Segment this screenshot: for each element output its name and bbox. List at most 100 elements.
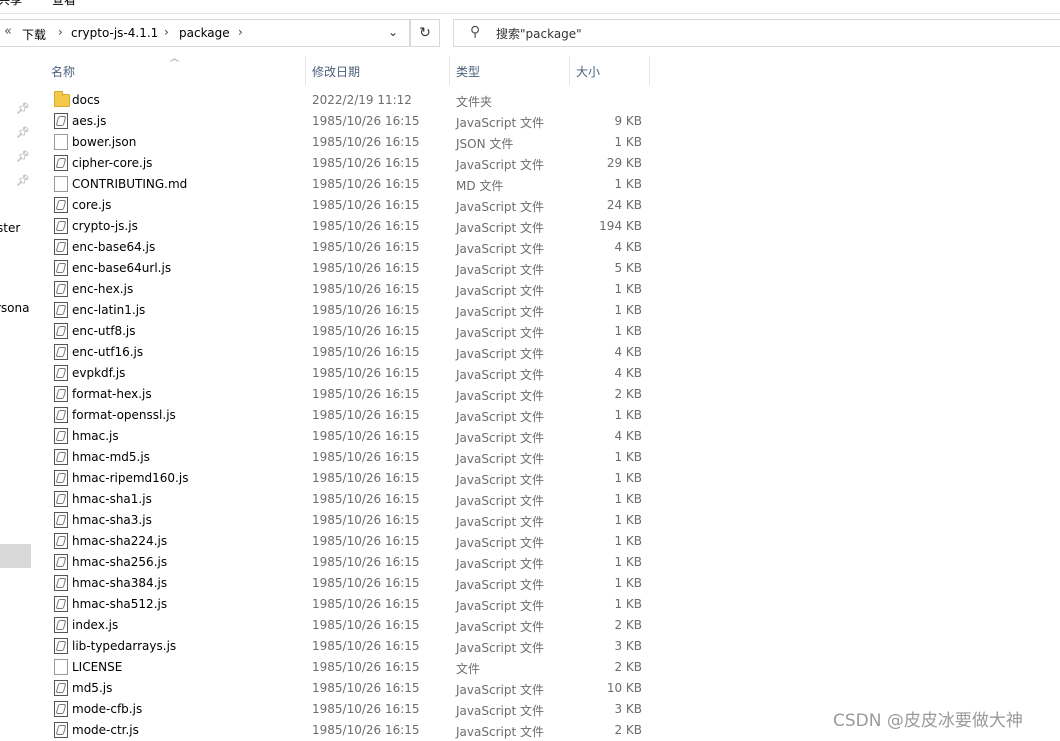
breadcrumb-downloads[interactable]: 下载: [22, 26, 46, 43]
column-label: 修改日期: [312, 65, 361, 79]
file-name: hmac-sha512.js: [72, 597, 168, 611]
file-name: LICENSE: [72, 660, 123, 674]
file-row[interactable]: enc-latin1.js 1985/10/26 16:15 JavaScript …: [48, 300, 652, 321]
file-row[interactable]: core.js 1985/10/26 16:15 JavaScript 文件 24 K…: [48, 195, 652, 216]
file-row[interactable]: enc-hex.js 1985/10/26 16:15 JavaScript 文件 1…: [48, 279, 652, 300]
file-size: 1 KB: [614, 303, 642, 317]
ribbon-tab-view[interactable]: 查看: [52, 0, 76, 8]
file-row[interactable]: hmac-sha3.js 1985/10/26 16:15 JavaScript 文…: [48, 510, 652, 531]
pin-icon[interactable]: 📌︎: [16, 174, 30, 187]
nav-item-selected[interactable]: [0, 544, 31, 568]
script-file-icon: [54, 386, 68, 402]
file-row[interactable]: mode-ctr.js 1985/10/26 16:15 JavaScript 文件…: [48, 720, 652, 741]
file-size: 1 KB: [614, 576, 642, 590]
file-row[interactable]: index.js 1985/10/26 16:15 JavaScript 文件 2 K…: [48, 615, 652, 636]
file-date: 1985/10/26 16:15: [312, 681, 420, 695]
file-name: aes.js: [72, 114, 107, 128]
file-row[interactable]: hmac-sha256.js 1985/10/26 16:15 JavaScript…: [48, 552, 652, 573]
file-type: JavaScript 文件: [456, 620, 544, 634]
file-date: 1985/10/26 16:15: [312, 156, 420, 170]
file-row[interactable]: hmac.js 1985/10/26 16:15 JavaScript 文件 4 KB: [48, 426, 652, 447]
file-row[interactable]: bower.json 1985/10/26 16:15 JSON 文件 1 KB: [48, 132, 652, 153]
chevron-right-icon[interactable]: ›: [238, 25, 243, 39]
column-header-modified[interactable]: 修改日期: [306, 56, 450, 85]
file-type: MD 文件: [456, 179, 504, 193]
nav-item-partial[interactable]: rsona: [0, 301, 30, 315]
file-type: JavaScript 文件: [456, 683, 544, 697]
file-row[interactable]: hmac-sha1.js 1985/10/26 16:15 JavaScript 文…: [48, 489, 652, 510]
file-name: lib-typedarrays.js: [72, 639, 177, 653]
nav-item-partial[interactable]: ster: [0, 221, 20, 235]
file-row[interactable]: format-openssl.js 1985/10/26 16:15 JavaScr…: [48, 405, 652, 426]
column-label: 类型: [456, 65, 481, 79]
file-size: 2 KB: [614, 618, 642, 632]
file-row[interactable]: hmac-ripemd160.js 1985/10/26 16:15 JavaScr…: [48, 468, 652, 489]
file-row[interactable]: evpkdf.js 1985/10/26 16:15 JavaScript 文件 4 …: [48, 363, 652, 384]
file-type: JavaScript 文件: [456, 221, 544, 235]
pin-icon[interactable]: 📌︎: [16, 150, 30, 163]
file-date: 1985/10/26 16:15: [312, 114, 420, 128]
script-file-icon: [54, 344, 68, 360]
file-row[interactable]: hmac-md5.js 1985/10/26 16:15 JavaScript 文件…: [48, 447, 652, 468]
file-type: JavaScript 文件: [456, 263, 544, 277]
file-type: JavaScript 文件: [456, 347, 544, 361]
file-type: 文件夹: [456, 95, 493, 109]
file-date: 1985/10/26 16:15: [312, 261, 420, 275]
file-name: enc-base64url.js: [72, 261, 172, 275]
file-row[interactable]: crypto-js.js 1985/10/26 16:15 JavaScript 文…: [48, 216, 652, 237]
script-file-icon: [54, 554, 68, 570]
file-size: 4 KB: [614, 240, 642, 254]
file-size: 1 KB: [614, 492, 642, 506]
file-size: 1 KB: [614, 135, 642, 149]
column-label: 名称: [51, 65, 76, 79]
file-row[interactable]: hmac-sha384.js 1985/10/26 16:15 JavaScript…: [48, 573, 652, 594]
file-row[interactable]: enc-base64.js 1985/10/26 16:15 JavaScript …: [48, 237, 652, 258]
file-name: mode-cfb.js: [72, 702, 143, 716]
file-name: enc-utf8.js: [72, 324, 136, 338]
file-size: 2 KB: [614, 723, 642, 737]
file-name: enc-hex.js: [72, 282, 134, 296]
file-row[interactable]: mode-cfb.js 1985/10/26 16:15 JavaScript 文件…: [48, 699, 652, 720]
column-header-size[interactable]: 大小: [570, 56, 650, 85]
breadcrumb-package[interactable]: package: [179, 26, 230, 40]
overflow-chevron-icon[interactable]: «: [4, 24, 12, 39]
file-row[interactable]: aes.js 1985/10/26 16:15 JavaScript 文件 9 KB: [48, 111, 652, 132]
file-date: 1985/10/26 16:15: [312, 303, 420, 317]
pin-icon[interactable]: 📌︎: [16, 126, 30, 139]
column-header-name[interactable]: 名称: [44, 56, 306, 85]
file-date: 1985/10/26 16:15: [312, 324, 420, 338]
chevron-right-icon[interactable]: ›: [58, 25, 63, 39]
script-file-icon: [54, 722, 68, 738]
file-type: JavaScript 文件: [456, 494, 544, 508]
column-header-type[interactable]: 类型: [450, 56, 570, 85]
refresh-button[interactable]: ↻: [410, 19, 440, 47]
file-row[interactable]: cipher-core.js 1985/10/26 16:15 JavaScript…: [48, 153, 652, 174]
file-row[interactable]: format-hex.js 1985/10/26 16:15 JavaScript …: [48, 384, 652, 405]
file-row[interactable]: CONTRIBUTING.md 1985/10/26 16:15 MD 文件 1 KB: [48, 174, 652, 195]
file-name: hmac-sha256.js: [72, 555, 168, 569]
file-row[interactable]: md5.js 1985/10/26 16:15 JavaScript 文件 10 KB: [48, 678, 652, 699]
file-row[interactable]: enc-utf8.js 1985/10/26 16:15 JavaScript 文件…: [48, 321, 652, 342]
chevron-down-icon[interactable]: ⌄: [388, 25, 398, 39]
file-date: 1985/10/26 16:15: [312, 597, 420, 611]
column-divider[interactable]: [649, 56, 650, 85]
search-icon: ⚲: [470, 24, 481, 40]
file-row[interactable]: LICENSE 1985/10/26 16:15 文件 2 KB: [48, 657, 652, 678]
file-date: 1985/10/26 16:15: [312, 219, 420, 233]
address-bar[interactable]: « 下载 › crypto-js-4.1.1 › package › ⌄: [0, 19, 410, 47]
script-file-icon: [54, 512, 68, 528]
search-input[interactable]: [494, 24, 898, 44]
breadcrumb-crypto-js[interactable]: crypto-js-4.1.1: [71, 26, 158, 40]
file-row[interactable]: lib-typedarrays.js 1985/10/26 16:15 JavaSc…: [48, 636, 652, 657]
ribbon-tab-share[interactable]: 共享: [0, 0, 22, 8]
script-file-icon: [54, 281, 68, 297]
file-row[interactable]: hmac-sha224.js 1985/10/26 16:15 JavaScript…: [48, 531, 652, 552]
search-box[interactable]: ⚲: [453, 19, 1060, 47]
chevron-right-icon[interactable]: ›: [164, 25, 169, 39]
file-row[interactable]: hmac-sha512.js 1985/10/26 16:15 JavaScript…: [48, 594, 652, 615]
file-row[interactable]: docs 2022/2/19 11:12 文件夹: [48, 90, 652, 111]
file-row[interactable]: enc-base64url.js 1985/10/26 16:15 JavaScri…: [48, 258, 652, 279]
pin-icon[interactable]: 📌︎: [16, 102, 30, 115]
file-row[interactable]: enc-utf16.js 1985/10/26 16:15 JavaScript 文…: [48, 342, 652, 363]
file-name: hmac-sha384.js: [72, 576, 168, 590]
